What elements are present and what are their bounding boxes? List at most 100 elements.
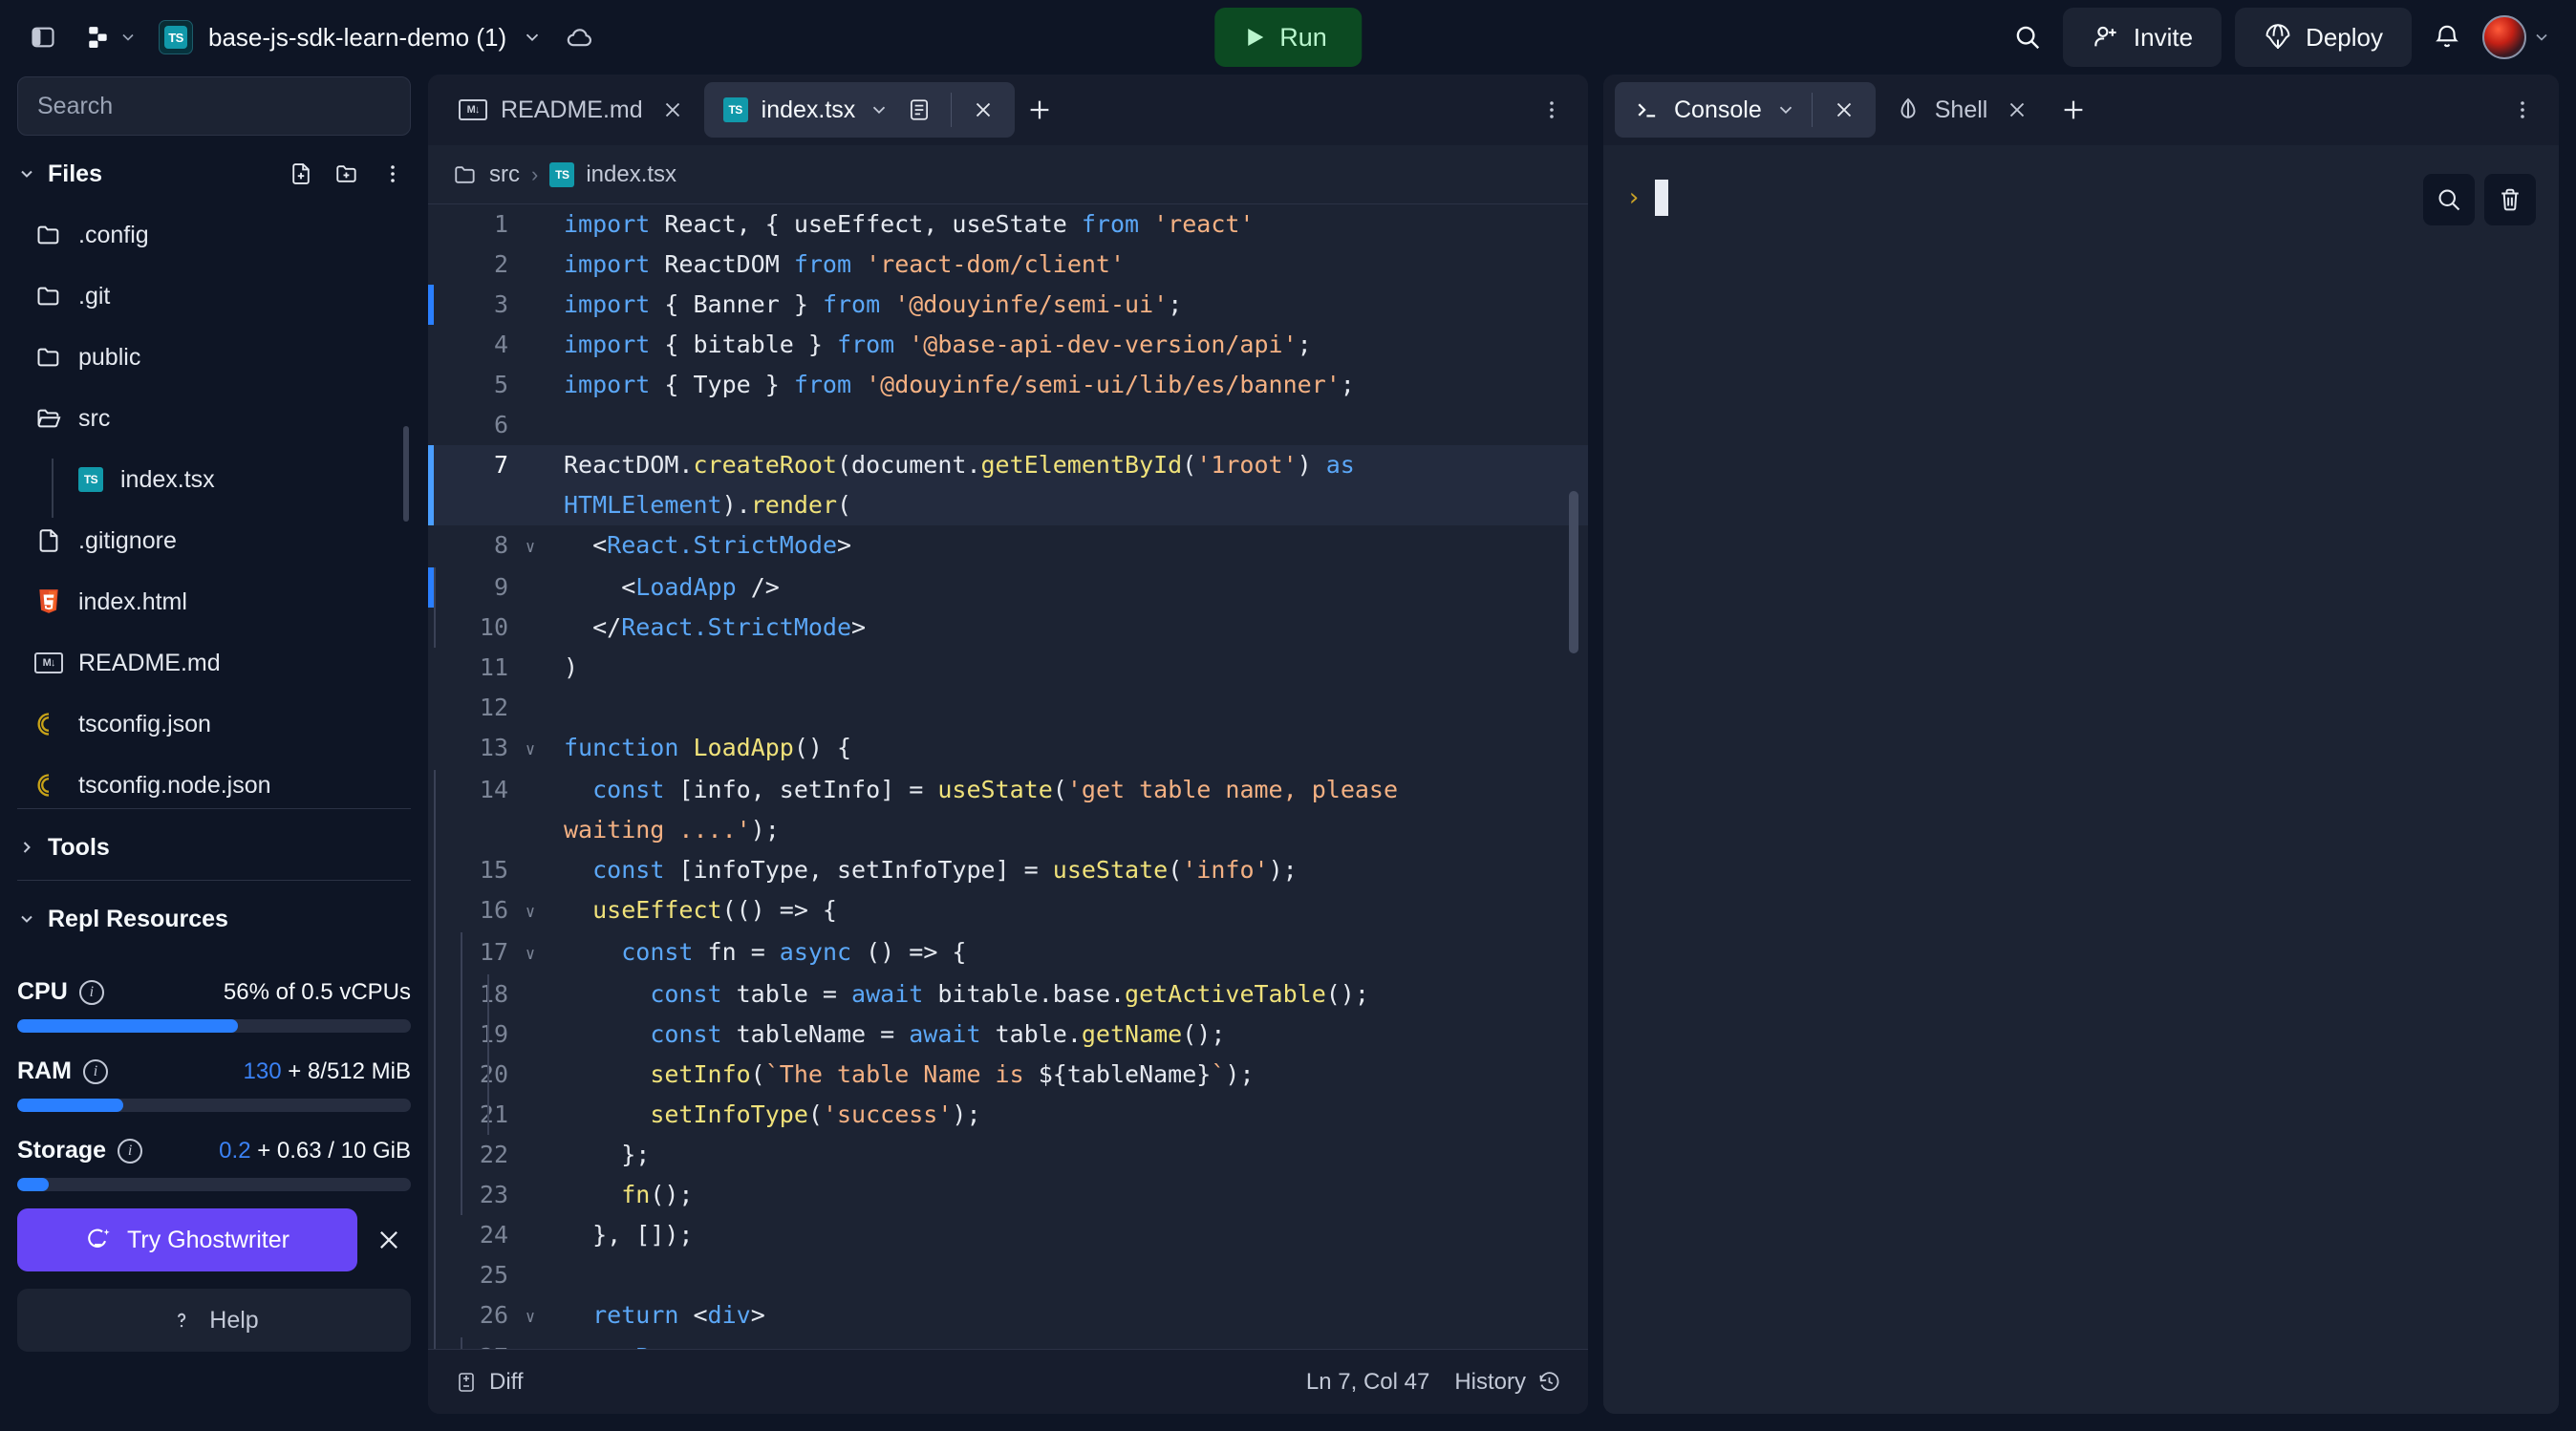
chevron-right-icon[interactable] xyxy=(17,838,36,857)
file-row[interactable]: M↓ README.md xyxy=(17,632,411,694)
fold-chevron-down-icon[interactable]: ∨ xyxy=(518,525,543,567)
file-row[interactable]: .gitignore xyxy=(17,510,411,571)
code-lines[interactable]: 1 import React, { useEffect, useState fro… xyxy=(428,204,1588,1349)
document-outline-icon[interactable] xyxy=(903,94,935,126)
more-vertical-icon[interactable] xyxy=(1529,87,1575,133)
code-line[interactable]: 15 const [infoType, setInfoType] = useSt… xyxy=(428,850,1588,890)
code-line[interactable]: 14 const [info, setInfo] = useState('get… xyxy=(428,770,1588,850)
file-row[interactable]: tsconfig.json xyxy=(17,694,411,755)
info-icon[interactable]: i xyxy=(78,979,104,1005)
file-row[interactable]: tsconfig.node.json xyxy=(17,755,411,806)
run-button[interactable]: Run xyxy=(1214,8,1362,67)
tab-index-tsx[interactable]: TS index.tsx xyxy=(703,82,1016,138)
code-editor[interactable]: 1 import React, { useEffect, useState fro… xyxy=(428,204,1588,1349)
title-chevron-down-icon[interactable] xyxy=(522,27,543,48)
file-row[interactable]: .config xyxy=(17,204,411,266)
tab-readme-md[interactable]: M↓ README.md xyxy=(440,82,704,138)
history-button[interactable]: History xyxy=(1454,1369,1561,1396)
code-line[interactable]: 3 import { Banner } from '@douyinfe/semi-… xyxy=(428,285,1588,325)
more-vertical-icon[interactable] xyxy=(2500,87,2545,133)
plus-icon[interactable] xyxy=(2049,85,2098,135)
file-row[interactable]: public xyxy=(17,327,411,388)
panel-toggle-icon[interactable] xyxy=(21,15,65,59)
fold-chevron-down-icon[interactable]: ∨ xyxy=(518,890,543,932)
tools-section-header[interactable]: Tools xyxy=(17,817,411,878)
code-line[interactable]: 22 }; xyxy=(428,1135,1588,1175)
code-line[interactable]: 25 xyxy=(428,1255,1588,1295)
close-icon[interactable] xyxy=(367,1218,411,1262)
page-title[interactable]: base-js-sdk-learn-demo (1) xyxy=(208,23,506,53)
file-tree[interactable]: .config .git public src TS index.tsx .gi… xyxy=(17,204,411,806)
code-line[interactable]: 5 import { Type } from '@douyinfe/semi-ui… xyxy=(428,365,1588,405)
console-output[interactable]: › xyxy=(1603,145,2559,1414)
code-line[interactable]: 10 </React.StrictMode> xyxy=(428,608,1588,648)
chevron-down-icon[interactable] xyxy=(1775,99,1796,120)
code-line[interactable]: 4 import { bitable } from '@base-api-dev-… xyxy=(428,325,1588,365)
code-line[interactable]: 9 <LoadApp /> xyxy=(428,567,1588,608)
search-input[interactable] xyxy=(17,76,411,136)
code-line[interactable]: 13 ∨ function LoadApp() { xyxy=(428,728,1588,770)
breadcrumb-file[interactable]: index.tsx xyxy=(586,161,676,188)
code-line[interactable]: 11) xyxy=(428,648,1588,688)
plus-icon[interactable] xyxy=(1015,85,1064,135)
fold-chevron-down-icon[interactable]: ∨ xyxy=(518,932,543,974)
file-row[interactable]: .git xyxy=(17,266,411,327)
code-line[interactable]: 18 const table = await bitable.base.getA… xyxy=(428,974,1588,1015)
more-vertical-icon[interactable] xyxy=(375,156,411,192)
close-icon[interactable] xyxy=(967,94,999,126)
resources-section-header[interactable]: Repl Resources xyxy=(17,888,411,950)
info-icon[interactable]: i xyxy=(82,1058,108,1084)
close-icon[interactable] xyxy=(1828,94,1860,126)
code-line[interactable]: 2 import ReactDOM from 'react-dom/client' xyxy=(428,245,1588,285)
deploy-button[interactable]: Deploy xyxy=(2235,8,2412,67)
close-icon[interactable] xyxy=(656,94,689,126)
cloud-icon[interactable] xyxy=(558,15,602,59)
code-line[interactable]: 27 <Banner xyxy=(428,1337,1588,1349)
code-token: as xyxy=(1325,451,1355,479)
sidebar-scrollbar-thumb[interactable] xyxy=(403,426,409,522)
diff-button[interactable]: Diff xyxy=(455,1369,524,1396)
search-icon[interactable] xyxy=(2006,15,2050,59)
info-icon[interactable]: i xyxy=(118,1138,143,1164)
tab-console[interactable]: Console xyxy=(1615,82,1876,138)
code-line[interactable]: 24 }, []); xyxy=(428,1215,1588,1255)
help-button[interactable]: Help xyxy=(17,1289,411,1352)
tab-shell[interactable]: Shell xyxy=(1876,82,2050,138)
code-line[interactable]: 17 ∨ const fn = async () => { xyxy=(428,932,1588,974)
code-line[interactable]: 12 xyxy=(428,688,1588,728)
code-line[interactable]: 8 ∨ <React.StrictMode> xyxy=(428,525,1588,567)
code-line[interactable]: 23 fn(); xyxy=(428,1175,1588,1215)
invite-button[interactable]: Invite xyxy=(2062,8,2222,67)
code-line[interactable]: 20 setInfo(`The table Name is ${tableNam… xyxy=(428,1055,1588,1095)
file-row[interactable]: src xyxy=(17,388,411,449)
chevron-down-icon[interactable] xyxy=(17,909,36,929)
breadcrumb-folder[interactable]: src xyxy=(489,161,520,188)
chevron-down-icon[interactable] xyxy=(17,164,36,183)
close-icon[interactable] xyxy=(2001,94,2033,126)
files-section-header[interactable]: Files xyxy=(17,143,411,204)
new-folder-icon[interactable] xyxy=(329,156,365,192)
chevron-down-icon[interactable] xyxy=(869,99,890,120)
code-line[interactable]: 21 setInfoType('success'); xyxy=(428,1095,1588,1135)
editor-scrollbar-thumb[interactable] xyxy=(1569,491,1578,653)
code-line[interactable]: 1 import React, { useEffect, useState fro… xyxy=(428,204,1588,245)
fold-chevron-down-icon[interactable]: ∨ xyxy=(518,728,543,770)
code-line[interactable]: 7 ReactDOM.createRoot(document.getElement… xyxy=(428,445,1588,525)
search-icon[interactable] xyxy=(2423,174,2475,225)
code-line[interactable]: 6 xyxy=(428,405,1588,445)
file-row[interactable]: index.html xyxy=(17,571,411,632)
bell-icon[interactable] xyxy=(2425,15,2469,59)
user-menu[interactable] xyxy=(2482,15,2551,59)
replit-logo-icon[interactable] xyxy=(80,15,143,59)
trash-icon[interactable] xyxy=(2484,174,2536,225)
code-line[interactable]: 16 ∨ useEffect(() => { xyxy=(428,890,1588,932)
code-line[interactable]: 19 const tableName = await table.getName… xyxy=(428,1015,1588,1055)
new-file-icon[interactable] xyxy=(283,156,319,192)
editor-pane: M↓ README.md TS index.tsx src › TS index… xyxy=(428,75,1588,1414)
console-prompt-row[interactable]: › xyxy=(1603,145,2559,216)
fold-chevron-down-icon[interactable]: ∨ xyxy=(518,1295,543,1337)
file-row[interactable]: TS index.tsx xyxy=(17,449,411,510)
try-ghostwriter-button[interactable]: Try Ghostwriter xyxy=(17,1208,357,1271)
code-line[interactable]: 26 ∨ return <div> xyxy=(428,1295,1588,1337)
divider xyxy=(1811,93,1813,127)
